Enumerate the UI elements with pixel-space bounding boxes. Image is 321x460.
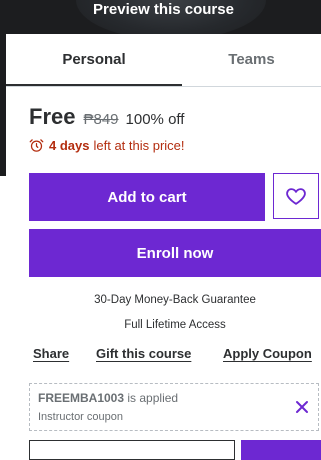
- share-link[interactable]: Share: [33, 346, 69, 361]
- coupon-status: FREEMBA1003 is applied: [38, 391, 178, 405]
- course-links: Share Gift this course Apply Coupon: [33, 346, 321, 364]
- money-back-guarantee: 30-Day Money-Back Guarantee: [94, 294, 256, 306]
- coupon-input[interactable]: [29, 440, 235, 460]
- gift-course-link[interactable]: Gift this course: [96, 346, 191, 361]
- wishlist-button[interactable]: [273, 173, 319, 219]
- heart-icon: [286, 188, 306, 205]
- countdown-text: left at this price!: [93, 138, 185, 153]
- enroll-now-button[interactable]: Enroll now: [29, 229, 321, 277]
- price-row: Free ₱849 100% off: [29, 104, 184, 130]
- lifetime-access: Full Lifetime Access: [124, 319, 226, 331]
- coupon-apply-button[interactable]: [241, 440, 321, 460]
- applied-coupon: FREEMBA1003 is applied Instructor coupon: [29, 383, 319, 431]
- tab-teams[interactable]: Teams: [182, 34, 321, 86]
- apply-coupon-link[interactable]: Apply Coupon: [223, 346, 312, 361]
- discount-percent: 100% off: [125, 111, 185, 128]
- current-price: Free: [29, 104, 76, 129]
- preview-label[interactable]: Preview this course: [6, 1, 321, 18]
- tabs-divider: [6, 86, 321, 87]
- add-to-cart-button[interactable]: Add to cart: [29, 173, 265, 221]
- course-preview[interactable]: Preview this course: [6, 0, 321, 34]
- tab-personal[interactable]: Personal: [6, 34, 182, 86]
- coupon-type: Instructor coupon: [38, 411, 123, 423]
- purchase-tabs: Personal Teams: [6, 34, 321, 86]
- price-countdown: 4 days left at this price!: [29, 138, 185, 153]
- countdown-days: 4 days: [49, 138, 90, 153]
- coupon-applied-text: is applied: [127, 391, 179, 405]
- original-price: ₱849: [83, 111, 119, 128]
- close-icon[interactable]: [294, 399, 310, 415]
- alarm-clock-icon: [29, 139, 44, 152]
- coupon-code: FREEMBA1003: [38, 391, 125, 405]
